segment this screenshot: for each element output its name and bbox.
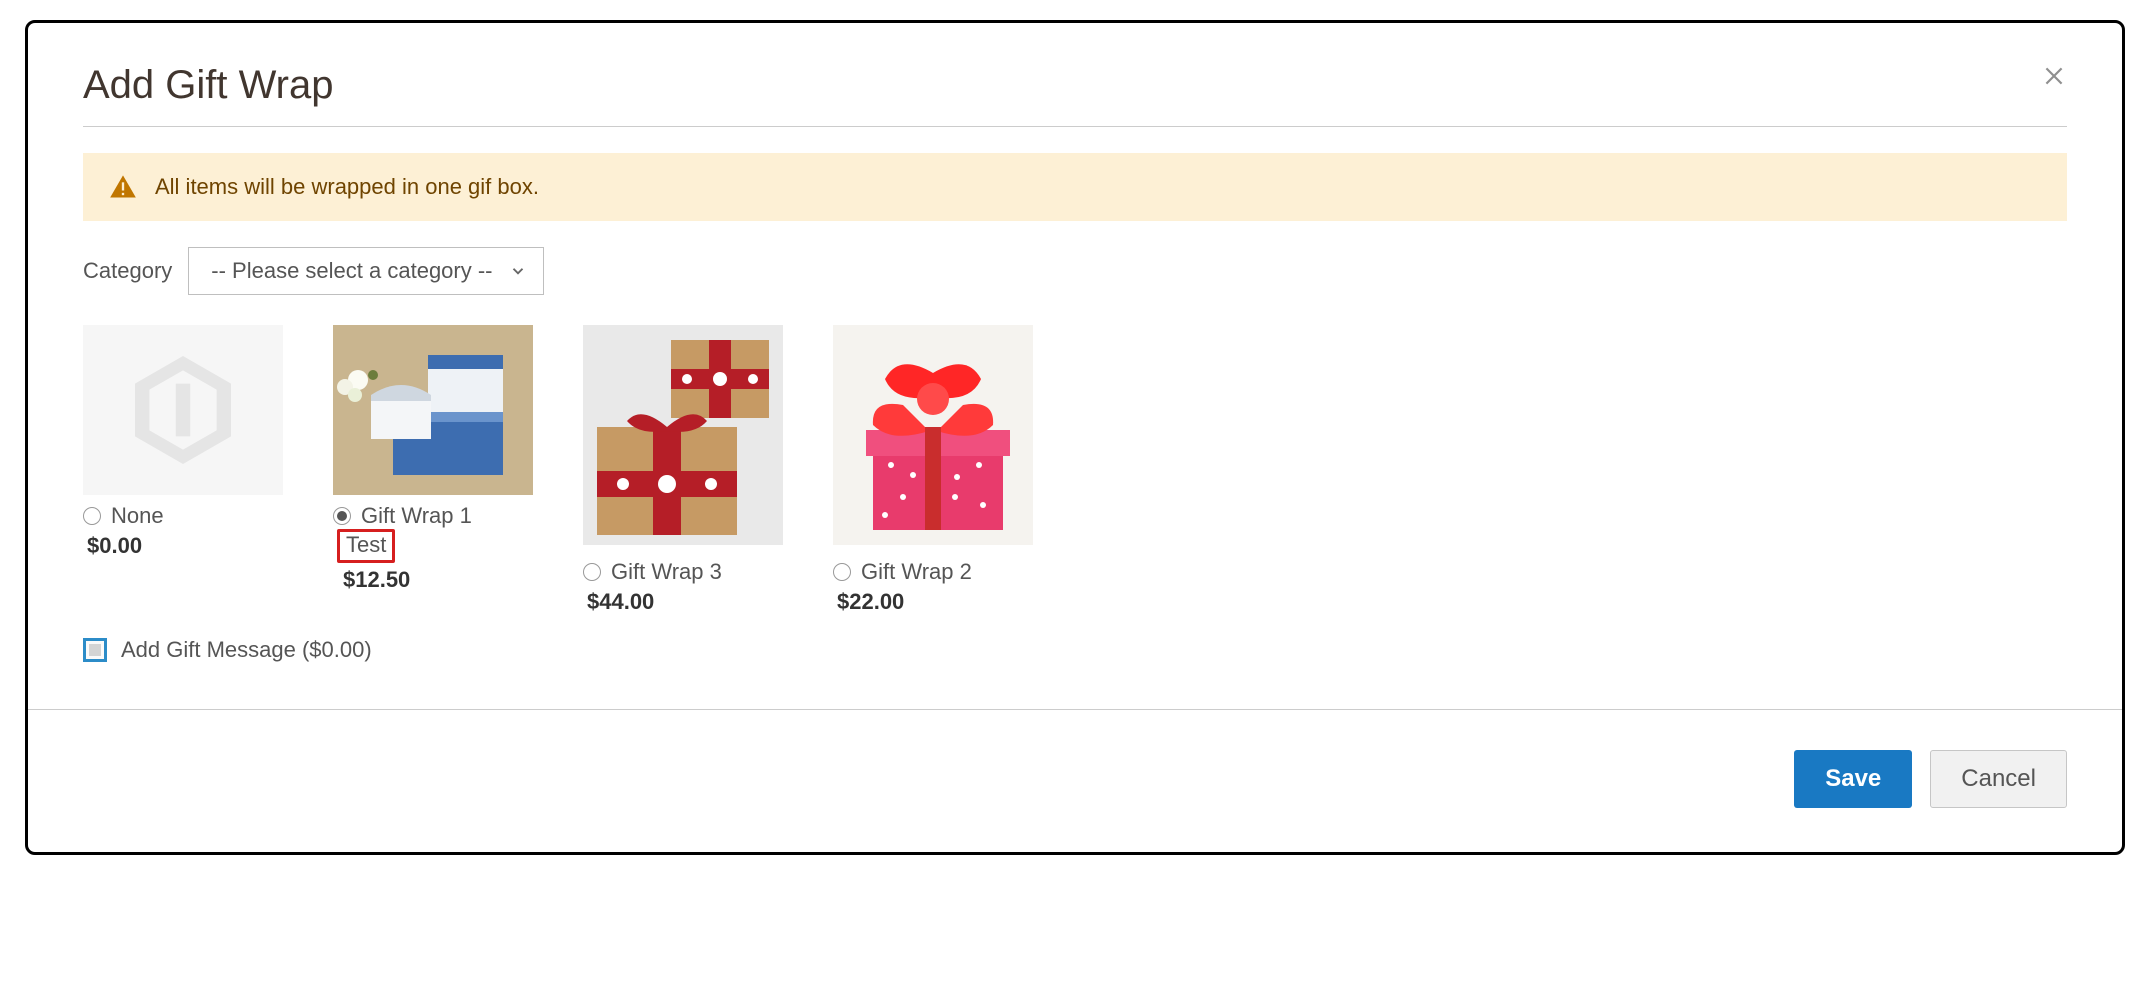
gift-message-checkbox[interactable] xyxy=(83,638,107,662)
gift-wrap-option-none[interactable]: None $0.00 xyxy=(83,325,303,615)
gift-wrap-label-row: Gift Wrap 1 xyxy=(333,503,553,529)
modal-footer: Save Cancel xyxy=(28,710,2122,852)
magento-icon xyxy=(123,350,243,470)
gift-wrap-radio[interactable] xyxy=(333,507,351,525)
close-button[interactable] xyxy=(2041,63,2067,91)
gift-wrap-name: None xyxy=(111,503,164,529)
gift-wrap-label-row: None xyxy=(83,503,303,529)
alert-warning: All items will be wrapped in one gif box… xyxy=(83,153,2067,221)
gift-wrap-radio[interactable] xyxy=(833,563,851,581)
gift-message-row: Add Gift Message ($0.00) xyxy=(83,637,2067,663)
chevron-down-icon xyxy=(509,262,527,280)
gift-message-label: Add Gift Message ($0.00) xyxy=(121,637,372,663)
category-select[interactable]: -- Please select a category -- xyxy=(188,247,543,295)
alert-text: All items will be wrapped in one gif box… xyxy=(155,174,539,200)
gift-wrap-name: Gift Wrap 1 xyxy=(361,503,472,529)
gift-wrap-thumb xyxy=(333,325,533,495)
gift-box-blue-icon xyxy=(333,325,533,495)
gift-wrap-sublabel: Test xyxy=(337,529,395,563)
close-icon xyxy=(2041,63,2067,89)
save-button[interactable]: Save xyxy=(1794,750,1912,808)
category-row: Category -- Please select a category -- xyxy=(83,247,2067,295)
gift-wrap-name: Gift Wrap 2 xyxy=(861,559,972,585)
gift-wrap-label-row: Gift Wrap 2 xyxy=(833,559,1053,585)
gift-wrap-label-row: Gift Wrap 3 xyxy=(583,559,803,585)
gift-wrap-option-1[interactable]: Gift Wrap 1 Test $12.50 xyxy=(333,325,553,615)
gift-wrap-grid: None $0.00 xyxy=(83,325,2067,615)
modal-title: Add Gift Wrap xyxy=(83,63,333,108)
divider xyxy=(83,126,2067,127)
category-selected: -- Please select a category -- xyxy=(211,258,492,284)
add-gift-wrap-modal: Add Gift Wrap All items will be wrapped … xyxy=(25,20,2125,855)
gift-wrap-option-3[interactable]: Gift Wrap 3 $44.00 xyxy=(583,325,803,615)
gift-wrap-thumb xyxy=(83,325,283,495)
gift-wrap-price: $0.00 xyxy=(87,533,303,559)
modal-header: Add Gift Wrap xyxy=(83,63,2067,108)
gift-wrap-price: $44.00 xyxy=(587,589,803,615)
gift-wrap-price: $22.00 xyxy=(837,589,1053,615)
gift-wrap-radio[interactable] xyxy=(83,507,101,525)
gift-box-kraft-icon xyxy=(583,325,783,545)
gift-wrap-thumb xyxy=(583,325,783,545)
gift-box-pink-icon xyxy=(833,325,1033,545)
gift-wrap-option-2[interactable]: Gift Wrap 2 $22.00 xyxy=(833,325,1053,615)
cancel-button[interactable]: Cancel xyxy=(1930,750,2067,808)
gift-wrap-thumb xyxy=(833,325,1033,545)
gift-wrap-price: $12.50 xyxy=(343,567,553,593)
warning-icon xyxy=(109,173,137,201)
gift-wrap-name: Gift Wrap 3 xyxy=(611,559,722,585)
placeholder-image xyxy=(83,325,283,495)
gift-wrap-radio[interactable] xyxy=(583,563,601,581)
category-label: Category xyxy=(83,258,172,284)
